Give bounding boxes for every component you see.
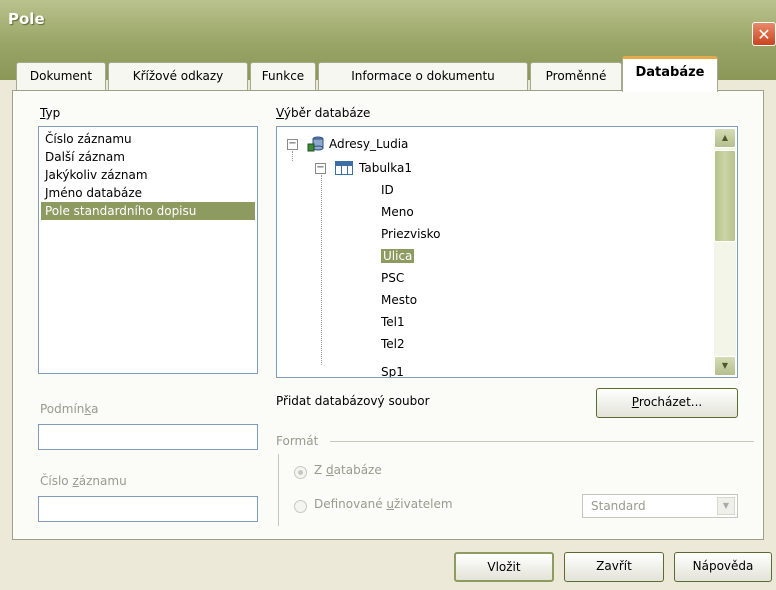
tree-field[interactable]: Mesto xyxy=(381,289,417,311)
dialog-window: Pole ✕ Dokument Křížové odkazy Funkce In… xyxy=(0,0,776,590)
format-legend: Formát xyxy=(276,434,319,448)
tree-field[interactable]: Tel2 xyxy=(381,333,405,355)
table-icon xyxy=(335,161,353,175)
tree-node-database[interactable]: Adresy_Ludia xyxy=(329,133,408,155)
record-number-input[interactable] xyxy=(38,496,258,522)
condition-input[interactable] xyxy=(38,424,258,450)
scroll-down-icon[interactable]: ▼ xyxy=(714,356,736,376)
collapse-icon[interactable]: − xyxy=(287,139,298,150)
tree-field[interactable]: Tel1 xyxy=(381,311,405,333)
format-select-value: Standard xyxy=(591,499,646,513)
tab-bar: Dokument Křížové odkazy Funkce Informace… xyxy=(10,56,766,92)
tab-dokument[interactable]: Dokument xyxy=(16,62,106,90)
format-vertical-line xyxy=(278,454,279,526)
database-icon xyxy=(307,136,324,152)
browse-button[interactable]: Procházet... xyxy=(596,388,738,418)
database-selection-label: Výběr databáze xyxy=(276,106,371,120)
tree-node-table[interactable]: Tabulka1 xyxy=(359,157,412,179)
tab-promenne[interactable]: Proměnné xyxy=(530,62,622,90)
insert-button[interactable]: Vložit xyxy=(454,552,554,582)
typ-item-dalsi-zaznam[interactable]: Další záznam xyxy=(41,148,255,166)
tree-connector xyxy=(321,175,322,365)
scroll-up-icon[interactable]: ▲ xyxy=(714,128,736,148)
format-select[interactable]: Standard ▼ xyxy=(582,494,738,518)
from-database-radio[interactable] xyxy=(294,466,307,479)
typ-listbox[interactable]: Číslo záznamu Další záznam Jakýkoliv záz… xyxy=(38,126,258,374)
condition-label: Podmínka xyxy=(40,402,99,416)
user-defined-label: Definované uživatelem xyxy=(314,497,453,511)
tab-informace-o-dokumentu[interactable]: Informace o dokumentu xyxy=(318,62,528,90)
tree-field-selected[interactable]: Ulica xyxy=(381,249,415,263)
dialog-title: Pole xyxy=(8,10,45,28)
close-icon[interactable]: ✕ xyxy=(752,22,776,46)
database-tree[interactable]: − Adresy_Ludia − Tabulka1 ID Meno Priezv… xyxy=(276,126,738,378)
tab-krizove-odkazy[interactable]: Křížové odkazy xyxy=(108,62,248,90)
tree-field[interactable]: Sp1 xyxy=(381,361,404,377)
typ-item-pole-standardniho-dopisu[interactable]: Pole standardního dopisu xyxy=(41,202,255,220)
close-button[interactable]: Zavřít xyxy=(564,552,664,582)
tab-databaze[interactable]: Databáze xyxy=(622,56,718,92)
tab-funkce[interactable]: Funkce xyxy=(250,62,316,90)
tree-scrollbar[interactable]: ▲ ▼ xyxy=(714,128,736,376)
typ-item-jakykoliv-zaznam[interactable]: Jakýkoliv záznam xyxy=(41,166,255,184)
scrollbar-thumb[interactable] xyxy=(714,150,736,242)
tree-field[interactable]: Meno xyxy=(381,201,414,223)
user-defined-radio[interactable] xyxy=(294,500,307,513)
tree-field[interactable]: Priezvisko xyxy=(381,223,441,245)
typ-item-jmeno-databaze[interactable]: Jméno databáze xyxy=(41,184,255,202)
chevron-down-icon[interactable]: ▼ xyxy=(717,497,735,515)
tree-connector xyxy=(292,151,293,161)
typ-item-cislo-zaznamu[interactable]: Číslo záznamu xyxy=(41,130,255,148)
from-database-label: Z databáze xyxy=(314,463,382,477)
record-number-label: Číslo záznamu xyxy=(40,474,127,488)
help-button[interactable]: Nápověda xyxy=(674,552,772,582)
collapse-icon[interactable]: − xyxy=(315,163,326,174)
typ-label: Typ xyxy=(40,106,61,120)
format-separator xyxy=(330,441,754,442)
tree-field[interactable]: PSC xyxy=(381,267,404,289)
add-database-file-label: Přidat databázový soubor xyxy=(276,394,430,408)
tree-field[interactable]: ID xyxy=(381,179,394,201)
